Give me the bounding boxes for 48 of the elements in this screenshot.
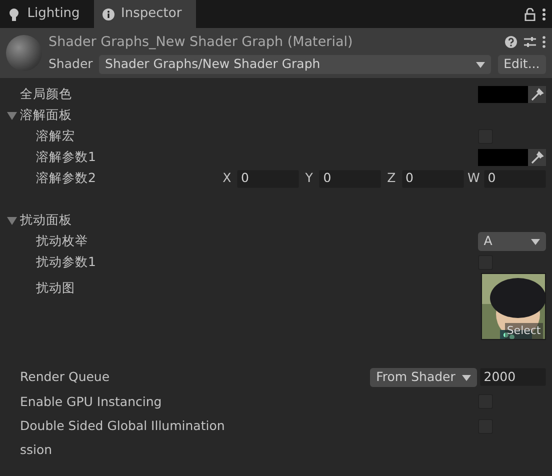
caret-icon (530, 238, 540, 245)
number-field[interactable]: 0 (402, 170, 464, 188)
bulb-icon (8, 8, 21, 20)
material-title: Shader Graphs_New Shader Graph (Material) (48, 32, 354, 52)
property-label: Enable GPU Instancing (20, 392, 163, 411)
info-icon (102, 8, 115, 20)
number-field[interactable]: 0 (237, 170, 299, 188)
foldout-arrow-icon[interactable] (7, 110, 17, 121)
eyedropper-icon[interactable] (529, 87, 544, 102)
tab[interactable]: Inspector (94, 0, 196, 28)
number-field[interactable]: 2000 (480, 368, 546, 386)
settings-icon[interactable] (524, 36, 536, 48)
axis-label: X (222, 169, 232, 188)
shader-label: Shader (48, 55, 93, 74)
shader-dropdown[interactable]: Shader Graphs/New Shader Graph (99, 55, 492, 74)
property-label: 溶解参数1 (36, 148, 97, 166)
property-label: 扰动图 (36, 279, 76, 298)
queue-dropdown[interactable]: From Shader (370, 368, 477, 388)
property-label: Double Sided Global Illumination (20, 416, 226, 435)
axis-label: Z (386, 169, 397, 188)
property-label: ssion (20, 440, 54, 459)
enum-dropdown[interactable]: A (478, 232, 546, 252)
color-field[interactable] (478, 86, 528, 104)
property-label: 溶解参数2 (36, 169, 97, 188)
caret-icon (476, 62, 486, 68)
edit-button[interactable]: Edit... (498, 55, 546, 74)
number-field[interactable]: 0 (484, 170, 546, 188)
select-label: Select (504, 322, 543, 340)
property-label: Render Queue (20, 368, 111, 386)
number-field[interactable]: 0 (319, 170, 382, 188)
eyedropper-icon[interactable] (529, 150, 544, 166)
axis-label: Y (304, 169, 314, 188)
axis-label: W (466, 169, 481, 188)
property-label: 溶解宏 (36, 127, 76, 146)
more-icon[interactable] (542, 8, 546, 20)
property-label: 扰动枚举 (36, 232, 89, 250)
more-icon[interactable] (542, 36, 546, 48)
foldout-arrow-icon[interactable] (7, 216, 17, 226)
lock-icon[interactable] (524, 8, 536, 20)
color-field[interactable] (478, 149, 528, 166)
property-label: 扰动面板 (20, 211, 74, 230)
property-label: 溶解面板 (20, 106, 74, 124)
property-label: 全局颜色 (20, 85, 73, 104)
caret-icon (462, 374, 471, 381)
texture-slot[interactable]: Select (480, 273, 546, 340)
material-preview (6, 35, 42, 71)
property-label: 扰动参数1 (36, 253, 97, 272)
help-icon[interactable] (505, 36, 518, 48)
